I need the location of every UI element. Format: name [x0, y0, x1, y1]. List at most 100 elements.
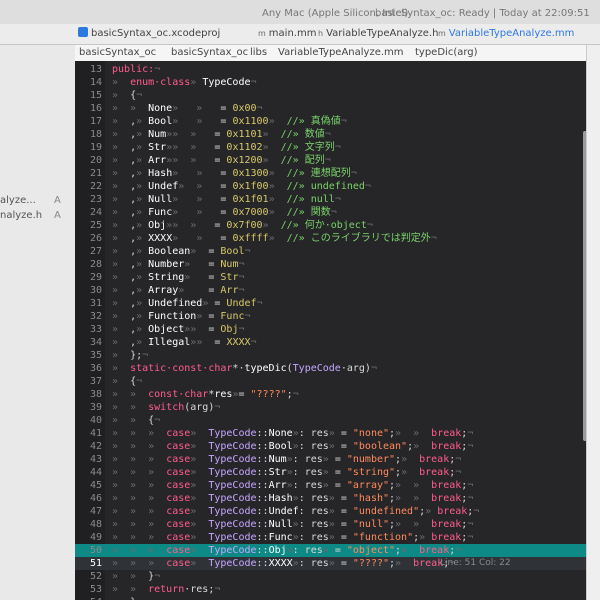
- code-line[interactable]: 40 » » {¬: [75, 414, 586, 427]
- line-number: 27: [89, 246, 102, 257]
- code-line[interactable]: 36 » static·const·char*·typeDic(TypeCode·…: [75, 362, 586, 375]
- line-number: 26: [89, 233, 102, 244]
- code-line[interactable]: 49 » » » case» TypeCode::Func»: res» = "f…: [75, 531, 586, 544]
- code-text: » » return·res;¬: [112, 584, 221, 595]
- code-line[interactable]: 30 » ,» Array» = Arr¬: [75, 284, 586, 297]
- jump-bar-item[interactable]: basicSyntax_oc: [79, 47, 156, 58]
- code-line[interactable]: 33 » ,» Object»» = Obj¬: [75, 323, 586, 336]
- navigator-sidebar: alyze... A nalyze.h A: [0, 45, 75, 600]
- code-line[interactable]: 16 » » None» » = 0x00¬: [75, 102, 586, 115]
- code-line[interactable]: 23 » ,» Null» » = 0x1f01» //» null¬: [75, 193, 586, 206]
- line-number: 30: [89, 285, 102, 296]
- code-line[interactable]: 20 » ,» Arr»» » = 0x1200» //» 配列¬: [75, 154, 586, 167]
- code-line[interactable]: 43 » » » case» TypeCode::Num»: res» = "nu…: [75, 453, 586, 466]
- code-line[interactable]: 52 » » }¬: [75, 570, 586, 583]
- code-line[interactable]: 13 public:¬: [75, 63, 586, 76]
- line-number: 41: [89, 428, 102, 439]
- jump-bar-item[interactable]: VariableTypeAnalyze.mm: [278, 47, 404, 58]
- line-number: 20: [89, 155, 102, 166]
- project-icon: [78, 27, 88, 37]
- code-text: » » {¬: [112, 415, 161, 426]
- code-line[interactable]: 46 » » » case» TypeCode::Hash»: res» = "h…: [75, 492, 586, 505]
- line-number: 17: [89, 116, 102, 127]
- line-number: 13: [89, 64, 102, 75]
- jump-bar-item[interactable]: basicSyntax_oc: [171, 47, 248, 58]
- jump-bar: basicSyntax_oc basicSyntax_oc libs Varia…: [75, 45, 600, 62]
- window-titlebar: Any Mac (Apple Silicon, Intel) basicSynt…: [0, 0, 600, 24]
- code-text: » » » case» TypeCode::Func»: res» = "fun…: [112, 532, 474, 543]
- code-line[interactable]: 34 » ,» Illegal»» = XXXX¬: [75, 336, 586, 349]
- tab-header-file[interactable]: h VariableTypeAnalyze.h: [318, 27, 438, 41]
- code-line[interactable]: 53 » » return·res;¬: [75, 583, 586, 596]
- code-line[interactable]: 24 » ,» Func» » = 0x7000» //» 関数¬: [75, 206, 586, 219]
- line-number: 33: [89, 324, 102, 335]
- line-number: 42: [89, 441, 102, 452]
- tab-project[interactable]: basicSyntax_oc.xcodeproj: [78, 27, 220, 41]
- source-control-status: A: [54, 195, 61, 206]
- code-line[interactable]: 18 » ,» Num»» » = 0x1101» //» 数値¬: [75, 128, 586, 141]
- line-number: 23: [89, 194, 102, 205]
- line-number: 48: [89, 519, 102, 530]
- code-text: » ,» Boolean» = Bool¬: [112, 246, 251, 257]
- line-number: 25: [89, 220, 102, 231]
- line-number: 50: [89, 545, 102, 556]
- code-text: » ,» Undefined» = Undef¬: [112, 298, 263, 309]
- code-text: » ,» Bool» » = 0x1100» //» 真偽値¬: [112, 116, 347, 127]
- source-control-status: A: [54, 210, 61, 221]
- code-line[interactable]: 38 » » const·char*res»= "????";¬: [75, 388, 586, 401]
- code-line[interactable]: 28 » ,» Number» = Num¬: [75, 258, 586, 271]
- jump-bar-item[interactable]: libs: [250, 47, 267, 58]
- code-line[interactable]: 48 » » » case» TypeCode::Null»: res» = "n…: [75, 518, 586, 531]
- code-line[interactable]: 35 » };¬: [75, 349, 586, 362]
- navigator-file-item[interactable]: nalyze.h: [0, 210, 42, 221]
- tab-mm-file[interactable]: m VariableTypeAnalyze.mm: [438, 27, 574, 41]
- line-number: 14: [89, 77, 102, 88]
- line-number: 37: [89, 376, 102, 387]
- code-line[interactable]: 45 » » » case» TypeCode::Arr»: res» = "ar…: [75, 479, 586, 492]
- tab-bar: basicSyntax_oc.xcodeproj m main.mm h Varia…: [0, 24, 600, 45]
- line-number: 29: [89, 272, 102, 283]
- line-number: 53: [89, 584, 102, 595]
- code-line[interactable]: 22 » ,» Undef» » = 0x1f00» //» undefined¬: [75, 180, 586, 193]
- line-number: 21: [89, 168, 102, 179]
- code-line[interactable]: 44 » » » case» TypeCode::Str»: res» = "st…: [75, 466, 586, 479]
- code-line[interactable]: 29 » ,» String» = Str¬: [75, 271, 586, 284]
- code-line[interactable]: 17 » ,» Bool» » = 0x1100» //» 真偽値¬: [75, 115, 586, 128]
- code-line[interactable]: 42 » » » case» TypeCode::Bool»: res» = "b…: [75, 440, 586, 453]
- tab-main-mm[interactable]: m main.mm: [258, 27, 316, 41]
- code-line[interactable]: 21 » ,» Hash» » = 0x1300» //» 連想配列¬: [75, 167, 586, 180]
- code-text: » ,» Hash» » = 0x1300» //» 連想配列¬: [112, 168, 357, 179]
- code-line[interactable]: 32 » ,» Function» = Func¬: [75, 310, 586, 323]
- line-number: 47: [89, 506, 102, 517]
- code-line[interactable]: 39 » » switch(arg)¬: [75, 401, 586, 414]
- code-text: » » » case» TypeCode::XXXX»: res» = "???…: [112, 558, 456, 569]
- code-line[interactable]: 37 » {¬: [75, 375, 586, 388]
- line-number: 34: [89, 337, 102, 348]
- code-editor[interactable]: 13 public:¬ 14 » enum·class» TypeCode¬ 15 » {…: [75, 61, 586, 600]
- code-text: » » » case» TypeCode::Hash»: res» = "has…: [112, 493, 474, 504]
- code-line[interactable]: 19 » ,» Str»» » = 0x1102» //» 文字列¬: [75, 141, 586, 154]
- code-line[interactable]: 26 » ,» XXXX» » = 0xffff» //» このライブラリでは判定…: [75, 232, 586, 245]
- code-line[interactable]: 27 » ,» Boolean» = Bool¬: [75, 245, 586, 258]
- code-text: » » » case» TypeCode::None»: res» = "non…: [112, 428, 474, 439]
- code-text: » » » case» TypeCode::Str»: res» = "stri…: [112, 467, 462, 478]
- jump-bar-item[interactable]: typeDic(arg): [415, 47, 478, 58]
- code-line[interactable]: 50 » » » case» TypeCode::Obj»: res» = "ob…: [75, 544, 586, 557]
- code-line[interactable]: 47 » » » case» TypeCode::Undef: res» = "u…: [75, 505, 586, 518]
- line-number: 52: [89, 571, 102, 582]
- code-line[interactable]: 15 » {¬: [75, 89, 586, 102]
- code-text: » };¬: [112, 350, 149, 361]
- code-line[interactable]: 31 » ,» Undefined» = Undef¬: [75, 297, 586, 310]
- code-line[interactable]: 41 » » » case» TypeCode::None»: res» = "n…: [75, 427, 586, 440]
- code-line[interactable]: 14 » enum·class» TypeCode¬: [75, 76, 586, 89]
- line-number: 51: [89, 558, 102, 569]
- line-number: 19: [89, 142, 102, 153]
- code-line[interactable]: 54 » };¬: [75, 596, 586, 600]
- code-text: » » » case» TypeCode::Bool»: res» = "boo…: [112, 441, 474, 452]
- code-text: » ,» Obj»» » = 0x7f00» //» 何か·object¬: [112, 220, 373, 231]
- line-number: 45: [89, 480, 102, 491]
- code-text: » » » case» TypeCode::Arr»: res» = "arra…: [112, 480, 474, 491]
- code-line[interactable]: 25 » ,» Obj»» » = 0x7f00» //» 何か·object¬: [75, 219, 586, 232]
- line-number: 44: [89, 467, 102, 478]
- navigator-file-item[interactable]: alyze...: [0, 195, 36, 206]
